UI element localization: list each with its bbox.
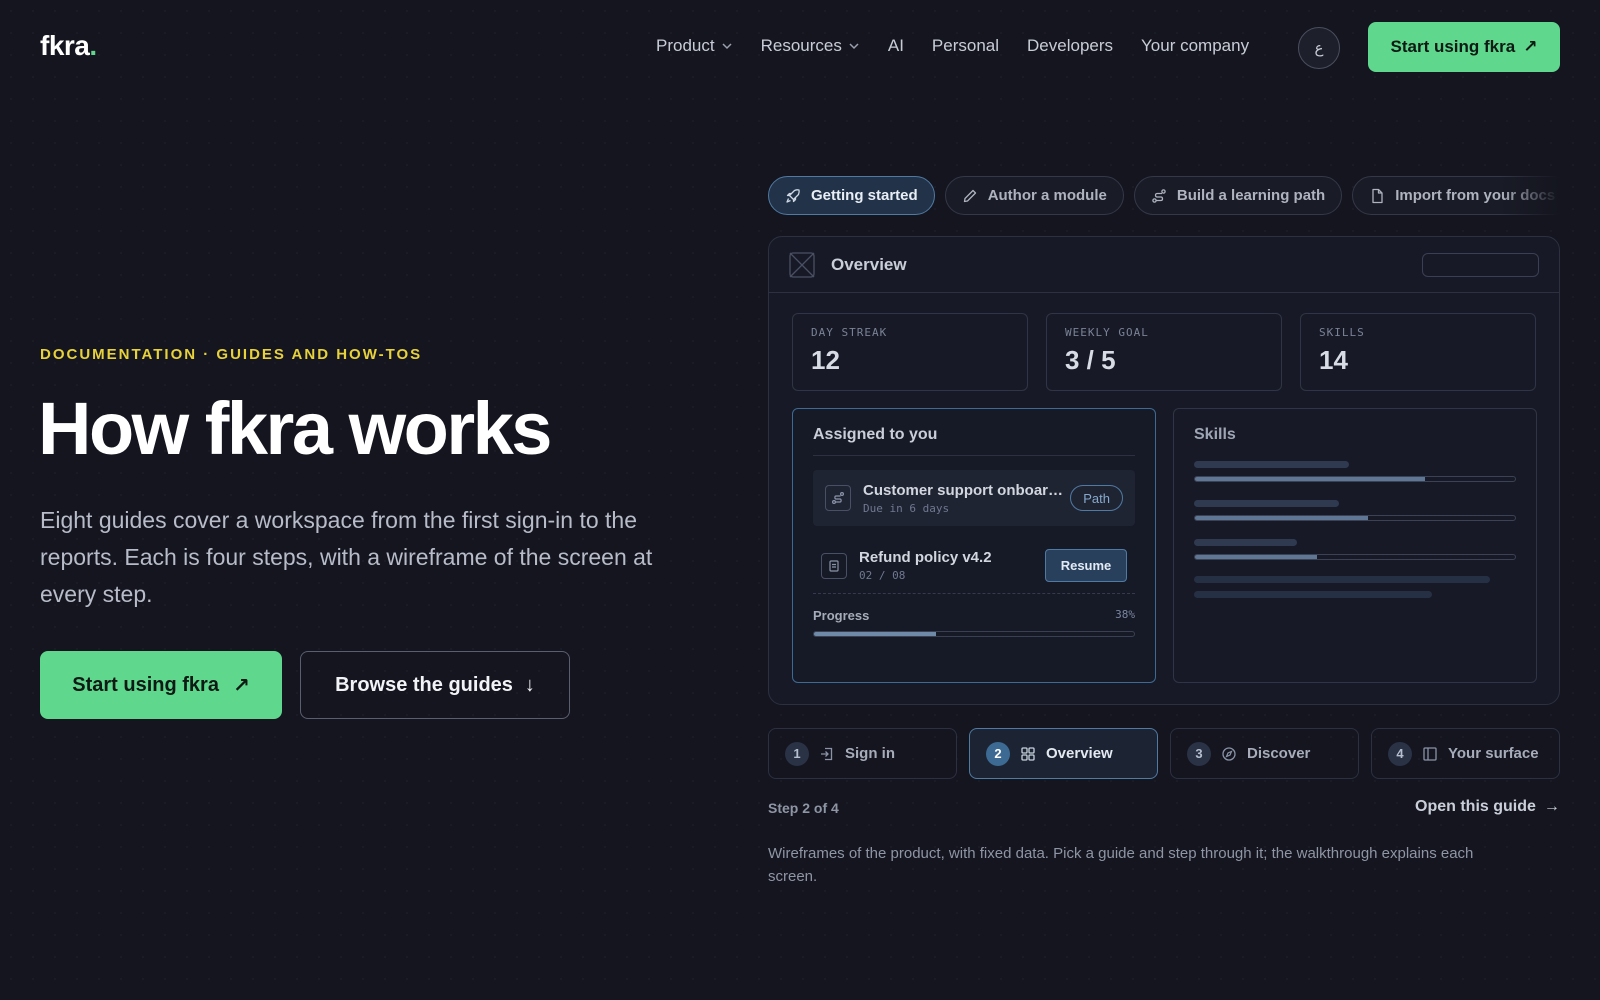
skill-bar-fill xyxy=(1195,555,1317,559)
step-number: 3 xyxy=(1187,741,1211,766)
stat-value: 12 xyxy=(811,345,840,375)
arrow-up-right-icon: ↗ xyxy=(1523,37,1538,56)
placeholder-line xyxy=(1194,591,1433,598)
tab-build-learning-path[interactable]: Build a learning path xyxy=(1133,176,1343,215)
wireframe-panel: Overview DAY STREAK 12 WEEKLY GOAL 3 / 5… xyxy=(768,236,1560,705)
wireframe-note: Wireframes of the product, with fixed da… xyxy=(768,845,1474,885)
arrow-right-icon: → xyxy=(1543,798,1560,815)
step-counter: Step 2 of 4 xyxy=(768,800,839,816)
step-overview[interactable]: 2 Overview xyxy=(969,728,1158,779)
page-title: How fkra works xyxy=(38,387,552,470)
route-icon xyxy=(825,485,851,511)
start-using-button[interactable]: Start using fkra ↗ xyxy=(40,651,282,719)
progress-percent: 38% xyxy=(1115,608,1135,621)
chevron-down-icon xyxy=(722,43,732,50)
tab-import-docs[interactable]: Import from your docs xyxy=(1352,176,1560,215)
skill-bar-fill xyxy=(1195,477,1426,481)
nav-links: Product Resources AI Personal Developers… xyxy=(656,36,1249,56)
search-input-placeholder[interactable] xyxy=(1422,253,1539,277)
skill-bar-fill xyxy=(1195,516,1368,520)
placeholder-line xyxy=(1194,576,1491,583)
skills-card: Skills xyxy=(1173,408,1537,683)
item-title: Refund policy v4.2 xyxy=(859,549,992,566)
list-item[interactable]: Customer support onboarding Due in 6 day… xyxy=(813,470,1135,526)
document-icon xyxy=(821,552,847,579)
arrow-down-icon: ↓ xyxy=(524,673,535,696)
nav-link-your-company[interactable]: Your company xyxy=(1141,36,1249,56)
item-progress-count: 02 / 08 xyxy=(859,569,906,582)
resume-button[interactable]: Resume xyxy=(1045,549,1127,582)
stat-value: 3 / 5 xyxy=(1065,345,1116,375)
assigned-title: Assigned to you xyxy=(813,426,1135,456)
step-discover[interactable]: 3 Discover xyxy=(1170,728,1359,779)
nav-link-ai[interactable]: AI xyxy=(888,36,904,56)
tab-getting-started[interactable]: Getting started xyxy=(768,176,935,215)
item-title: Customer support onboarding xyxy=(863,481,1071,499)
stat-skills: SKILLS 14 xyxy=(1300,313,1536,391)
hero-description: Eight guides cover a workspace from the … xyxy=(40,507,653,607)
start-using-button-top[interactable]: Start using fkra ↗ xyxy=(1368,22,1560,72)
progress-row: Progress 38% xyxy=(813,608,1135,623)
skill-rows xyxy=(1194,461,1516,598)
nav-link-personal[interactable]: Personal xyxy=(932,36,999,56)
file-import-icon xyxy=(1372,188,1383,203)
step-tabs: 1 Sign in 2 Overview 3 Discover 4 Your s… xyxy=(768,728,1560,779)
step-number: 2 xyxy=(986,741,1010,766)
path-badge: Path xyxy=(1070,485,1123,511)
skills-title: Skills xyxy=(1194,426,1236,443)
panel-title: Overview xyxy=(831,254,907,274)
stat-weekly-goal: WEEKLY GOAL 3 / 5 xyxy=(1046,313,1282,391)
step-number: 4 xyxy=(1388,741,1412,766)
chevron-down-icon xyxy=(849,43,859,50)
progress-bar xyxy=(813,631,1135,637)
stat-label: DAY STREAK xyxy=(811,326,888,339)
nav-link-developers[interactable]: Developers xyxy=(1027,36,1113,56)
browse-guides-button[interactable]: Browse the guides ↓ xyxy=(300,651,570,719)
compass-icon xyxy=(1222,746,1236,761)
pencil-icon xyxy=(963,189,976,202)
route-icon xyxy=(1152,188,1166,203)
grid-icon xyxy=(1021,746,1035,761)
stat-label: WEEKLY GOAL xyxy=(1065,326,1149,339)
item-due: Due in 6 days xyxy=(863,501,950,515)
placeholder-image-icon xyxy=(789,251,815,278)
step-sign-in[interactable]: 1 Sign in xyxy=(768,728,957,779)
arrow-up-right-icon: ↗ xyxy=(232,674,250,697)
guide-tabs: Getting started Author a module Build a … xyxy=(768,176,1560,216)
list-item[interactable]: Refund policy v4.2 02 / 08 Resume xyxy=(813,538,1135,594)
tab-author-module[interactable]: Author a module xyxy=(944,176,1124,215)
sign-in-icon xyxy=(821,747,833,760)
progress-bar-fill xyxy=(814,632,936,636)
nav-link-resources[interactable]: Resources xyxy=(761,36,860,56)
skill-label-placeholder xyxy=(1194,500,1339,507)
nav-link-product[interactable]: Product xyxy=(656,36,733,56)
stat-value: 14 xyxy=(1319,345,1348,375)
rocket-icon xyxy=(786,188,800,203)
step-number: 1 xyxy=(785,741,809,766)
open-guide-link[interactable]: Open this guide → xyxy=(1415,798,1560,816)
fkra-logo[interactable]: fkra. xyxy=(40,30,97,62)
assigned-card: Assigned to you Customer support onboard… xyxy=(792,408,1156,683)
progress-label: Progress xyxy=(813,608,870,623)
skill-label-placeholder xyxy=(1194,539,1298,546)
language-toggle-button[interactable]: ع xyxy=(1298,27,1340,69)
top-nav: fkra. Product Resources AI Personal Deve… xyxy=(0,0,1600,96)
layout-icon xyxy=(1423,746,1437,761)
eyebrow-label: DOCUMENTATION · GUIDES AND HOW-TOS xyxy=(40,346,423,363)
stat-day-streak: DAY STREAK 12 xyxy=(792,313,1028,391)
skill-label-placeholder xyxy=(1194,461,1349,468)
step-your-surface[interactable]: 4 Your surface xyxy=(1371,728,1560,779)
panel-header: Overview xyxy=(769,237,1559,293)
stat-label: SKILLS xyxy=(1319,326,1365,339)
